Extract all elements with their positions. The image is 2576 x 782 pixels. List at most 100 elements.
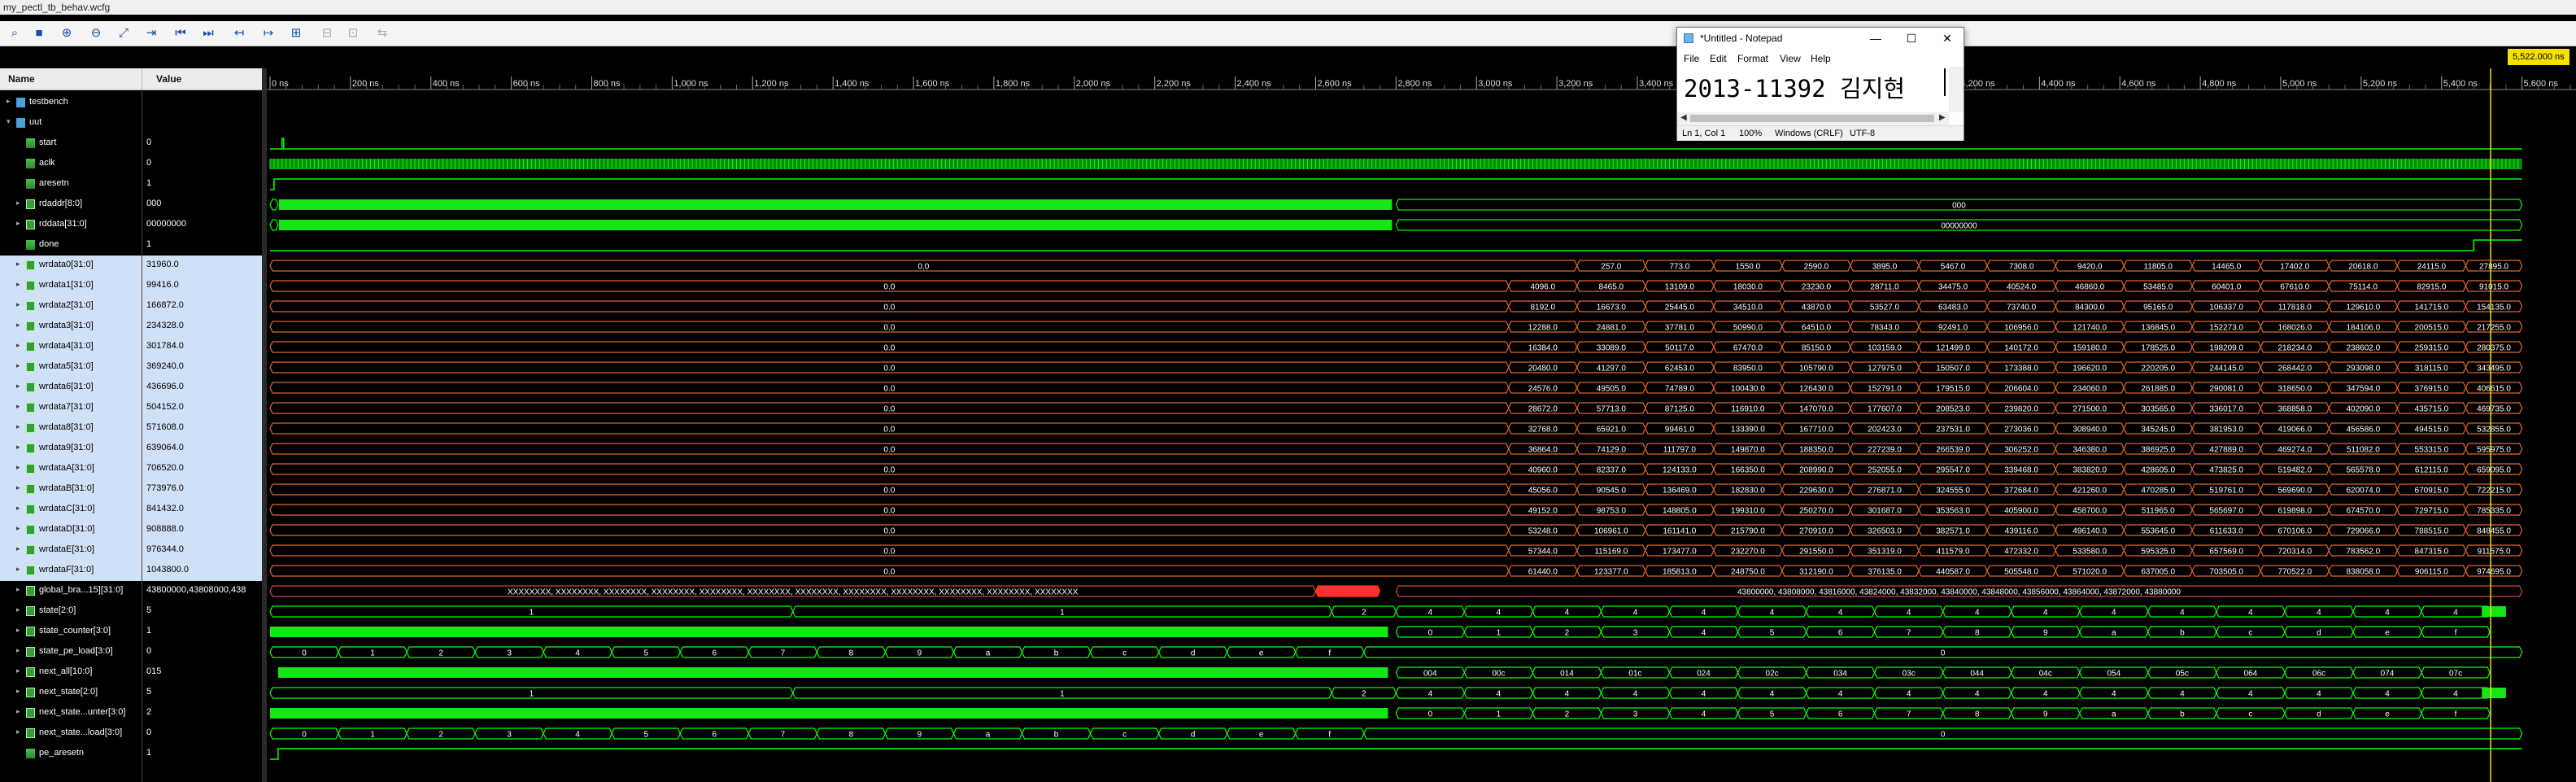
expand-arrow-icon[interactable]: ▸ bbox=[16, 626, 20, 635]
menu-file[interactable]: File bbox=[1684, 53, 1699, 64]
next-marker-icon[interactable]: ⊡ bbox=[345, 25, 361, 42]
expand-arrow-icon[interactable]: ▸ bbox=[16, 321, 20, 330]
cursor-time-label[interactable]: 5,522.000 ns bbox=[2508, 49, 2569, 65]
expand-arrow-icon[interactable]: ▸ bbox=[16, 585, 20, 594]
expand-arrow-icon[interactable]: ▸ bbox=[16, 687, 20, 696]
wrdata-bus-value: 4096.0 bbox=[1530, 283, 1555, 292]
signal-row[interactable]: ▸ wrdataA[31:0] 706520.0 bbox=[0, 459, 265, 479]
column-header-name[interactable]: Name bbox=[8, 73, 35, 85]
expand-arrow-icon[interactable]: ▸ bbox=[16, 504, 20, 513]
signal-row[interactable]: ▸ wrdataC[31:0] 841432.0 bbox=[0, 500, 265, 520]
scroll-right-icon[interactable]: ▶ bbox=[1939, 113, 1946, 122]
signal-row[interactable]: ▸ wrdata0[31:0] 31960.0 bbox=[0, 256, 265, 276]
signal-row[interactable]: pe_aresetn 1 bbox=[0, 744, 265, 764]
state-pe-load-bus-value: f bbox=[1328, 649, 1331, 658]
notepad-horizontal-scrollbar[interactable]: ◀ ▶ bbox=[1677, 112, 1949, 125]
signal-row[interactable]: ▸ wrdataD[31:0] 908888.0 bbox=[0, 520, 265, 540]
notepad-window[interactable]: *Untitled - Notepad — ☐ ✕ File Edit Form… bbox=[1676, 27, 1964, 141]
maximize-button[interactable]: ☐ bbox=[1897, 30, 1926, 46]
signal-row[interactable]: ▸ wrdata8[31:0] 571608.0 bbox=[0, 418, 265, 439]
waveform-canvas[interactable]: 0 ns 200 ns 400 ns 600 ns 800 ns 1,000 ns 1,20… bbox=[267, 68, 2576, 782]
signal-row[interactable]: ▸ wrdataF[31:0] 1043800.0 bbox=[0, 561, 265, 581]
signal-row[interactable]: ▸ rddata[31:0] 00000000 bbox=[0, 215, 265, 235]
signal-row[interactable]: ▸ state[2:0] 5 bbox=[0, 601, 265, 622]
expand-arrow-icon[interactable]: ▸ bbox=[16, 402, 20, 411]
signal-row[interactable]: ▸ wrdata1[31:0] 99416.0 bbox=[0, 276, 265, 296]
go-to-cursor-icon[interactable]: ⇥ bbox=[143, 25, 159, 42]
expand-arrow-icon[interactable]: ▸ bbox=[16, 605, 20, 614]
expand-arrow-icon[interactable]: ▸ bbox=[16, 707, 20, 716]
signal-row[interactable]: ▸ wrdata2[31:0] 166872.0 bbox=[0, 296, 265, 317]
signal-row[interactable]: ▸ next_state...load[3:0] 0 bbox=[0, 723, 265, 744]
minimize-button[interactable]: — bbox=[1861, 30, 1890, 46]
expand-arrow-icon[interactable]: ▸ bbox=[16, 524, 20, 533]
expand-arrow-icon[interactable]: ▸ bbox=[16, 666, 20, 675]
menu-view[interactable]: View bbox=[1780, 53, 1801, 64]
expand-arrow-icon[interactable]: ▸ bbox=[16, 341, 20, 350]
signal-row[interactable]: ▸ wrdataE[31:0] 976344.0 bbox=[0, 540, 265, 561]
expand-arrow-icon[interactable]: ▸ bbox=[16, 280, 20, 289]
add-marker-icon[interactable]: ⊞ bbox=[288, 25, 304, 42]
signal-row[interactable]: ▸ state_pe_load[3:0] 0 bbox=[0, 642, 265, 662]
signal-row[interactable]: start 0 bbox=[0, 133, 265, 154]
signal-row[interactable]: ▾ uut bbox=[0, 113, 265, 133]
previous-marker-icon[interactable]: ⊟ bbox=[319, 25, 335, 42]
zoom-fit-icon[interactable]: ⤢ bbox=[116, 25, 132, 42]
expand-arrow-icon[interactable]: ▸ bbox=[16, 300, 20, 309]
expand-arrow-icon[interactable]: ▸ bbox=[16, 727, 20, 736]
signal-row[interactable]: ▸ rdaddr[8:0] 000 bbox=[0, 194, 265, 215]
expand-arrow-icon[interactable]: ▸ bbox=[16, 565, 20, 574]
time-ruler-label: 400 ns bbox=[433, 79, 460, 89]
expand-arrow-icon[interactable]: ▸ bbox=[16, 260, 20, 269]
swap-cursors-icon[interactable]: ⇆ bbox=[374, 25, 390, 42]
expand-arrow-icon[interactable]: ▸ bbox=[16, 463, 20, 472]
expand-arrow-icon[interactable]: ▸ bbox=[16, 544, 20, 553]
signal-row[interactable]: aresetn 1 bbox=[0, 174, 265, 194]
signal-row[interactable]: ▸ wrdata4[31:0] 301784.0 bbox=[0, 337, 265, 357]
signal-row[interactable]: ▸ wrdata9[31:0] 639064.0 bbox=[0, 439, 265, 459]
notepad-text-area[interactable]: 2013-11392 김지현 bbox=[1684, 70, 1905, 104]
state-counter-bus-value: 8 bbox=[1975, 629, 1980, 638]
go-to-end-icon[interactable]: ⏭ bbox=[200, 25, 216, 42]
close-button[interactable]: ✕ bbox=[1933, 30, 1962, 46]
signal-row[interactable]: done 1 bbox=[0, 235, 265, 256]
previous-transition-icon[interactable]: ↤ bbox=[231, 25, 247, 42]
menu-edit[interactable]: Edit bbox=[1710, 53, 1727, 64]
expand-arrow-icon[interactable]: ▸ bbox=[16, 219, 20, 228]
expand-arrow-icon[interactable]: ▸ bbox=[16, 646, 20, 655]
search-icon[interactable]: ⌕ bbox=[7, 25, 23, 42]
expand-arrow-icon[interactable]: ▸ bbox=[7, 97, 11, 106]
next-state-load-bus-value: 2 bbox=[438, 731, 443, 740]
expand-arrow-icon[interactable]: ▸ bbox=[16, 361, 20, 370]
notepad-titlebar[interactable]: *Untitled - Notepad — ☐ ✕ bbox=[1677, 28, 1964, 49]
zoom-out-icon[interactable]: ⊖ bbox=[88, 25, 104, 42]
scroll-left-icon[interactable]: ◀ bbox=[1680, 113, 1687, 122]
expand-arrow-icon[interactable]: ▸ bbox=[16, 483, 20, 492]
scroll-thumb[interactable] bbox=[1690, 115, 1934, 122]
save-icon[interactable]: ■ bbox=[31, 25, 47, 42]
signal-row[interactable]: ▸ state_counter[3:0] 1 bbox=[0, 622, 265, 642]
menu-format[interactable]: Format bbox=[1737, 53, 1768, 64]
next-transition-icon[interactable]: ↦ bbox=[260, 25, 277, 42]
zoom-in-icon[interactable]: ⊕ bbox=[59, 25, 75, 42]
signal-row[interactable]: ▸ testbench bbox=[0, 93, 265, 113]
signal-row[interactable]: ▸ next_state...unter[3:0] 2 bbox=[0, 703, 265, 723]
expand-arrow-icon[interactable]: ▸ bbox=[16, 443, 20, 452]
notepad-vertical-scrollbar[interactable] bbox=[1949, 67, 1964, 112]
menu-help[interactable]: Help bbox=[1811, 53, 1831, 64]
signal-row[interactable]: ▸ global_bra...15][31:0] 43800000,43808000… bbox=[0, 581, 265, 601]
collapse-arrow-icon[interactable]: ▾ bbox=[7, 117, 11, 126]
signal-row[interactable]: ▸ next_all[10:0] 015 bbox=[0, 662, 265, 683]
signal-row[interactable]: ▸ wrdataB[31:0] 773976.0 bbox=[0, 479, 265, 500]
expand-arrow-icon[interactable]: ▸ bbox=[16, 382, 20, 391]
expand-arrow-icon[interactable]: ▸ bbox=[16, 199, 20, 208]
expand-arrow-icon[interactable]: ▸ bbox=[16, 422, 20, 431]
signal-row[interactable]: ▸ wrdata5[31:0] 369240.0 bbox=[0, 357, 265, 378]
column-header-value[interactable]: Value bbox=[156, 73, 181, 85]
signal-row[interactable]: ▸ wrdata6[31:0] 436696.0 bbox=[0, 378, 265, 398]
signal-row[interactable]: ▸ wrdata3[31:0] 234328.0 bbox=[0, 317, 265, 337]
signal-row[interactable]: ▸ next_state[2:0] 5 bbox=[0, 683, 265, 703]
signal-row[interactable]: aclk 0 bbox=[0, 154, 265, 174]
signal-row[interactable]: ▸ wrdata7[31:0] 504152.0 bbox=[0, 398, 265, 418]
go-to-start-icon[interactable]: ⏮ bbox=[172, 25, 189, 42]
